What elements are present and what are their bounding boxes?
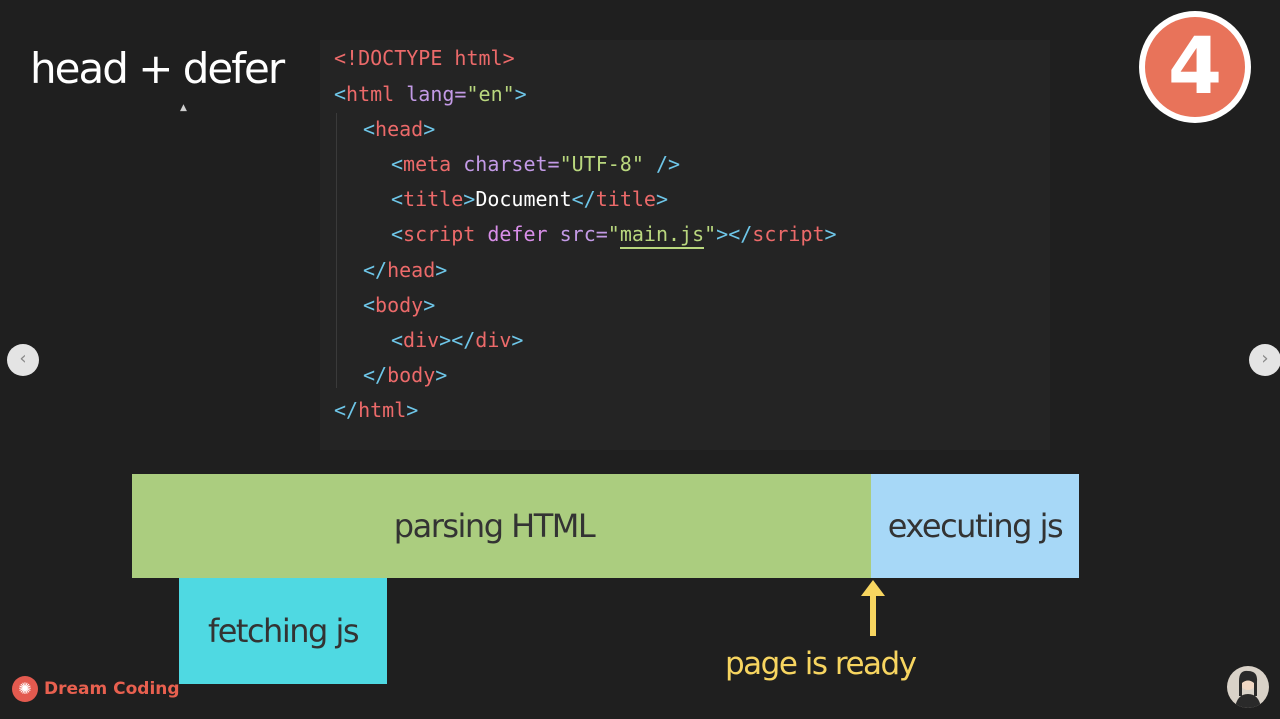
page-ready-label: page is ready (725, 646, 917, 682)
executing-js-label: executing js (887, 507, 1064, 545)
code-line-head-close: </head> (363, 258, 448, 282)
chevron-left-icon[interactable]: ‹ (7, 344, 39, 376)
parsing-html-bar: parsing HTML (132, 474, 871, 578)
brand-name: Dream Coding (44, 679, 180, 699)
code-line-html-close: </html> (334, 398, 419, 422)
step-badge: 4 (1139, 11, 1251, 123)
code-line-body-close: </body> (363, 363, 448, 387)
code-line-title: <title>Document</title> (391, 187, 668, 211)
mouse-cursor-icon: ▲ (180, 103, 187, 113)
code-line-meta: <meta charset="UTF-8" /> (391, 152, 681, 176)
code-line-script: <script defer src="main.js"></script> (391, 222, 837, 249)
code-line-head-open: <head> (363, 117, 436, 141)
indent-guide (336, 113, 337, 388)
parsing-html-label: parsing HTML (393, 507, 596, 545)
slide-title: head + defer (30, 44, 285, 93)
fetching-js-bar: fetching js (179, 578, 387, 684)
code-line-body-open: <body> (363, 293, 436, 317)
avatar (1227, 666, 1269, 708)
executing-js-bar: executing js (871, 474, 1079, 578)
code-line-div: <div></div> (391, 328, 524, 352)
arrow-up-icon (861, 580, 885, 636)
code-line-html-open: <html lang="en"> (334, 82, 527, 106)
code-line-doctype: <!DOCTYPE html> (334, 46, 515, 70)
step-number: 4 (1145, 17, 1245, 117)
fetching-js-label: fetching js (207, 612, 360, 650)
brand-logo-icon: ✺ (12, 676, 38, 702)
brand: ✺ Dream Coding (12, 676, 180, 702)
chevron-right-icon[interactable]: › (1249, 344, 1280, 376)
